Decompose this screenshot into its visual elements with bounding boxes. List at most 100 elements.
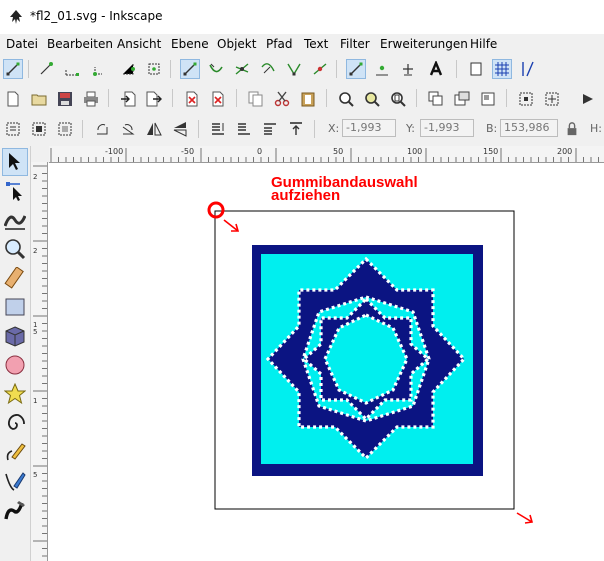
zoom-icon[interactable] — [2, 235, 28, 263]
open-document-icon[interactable] — [29, 89, 49, 109]
snap-guides-icon[interactable] — [518, 59, 538, 79]
snap-others-icon[interactable] — [346, 59, 366, 79]
save-document-icon[interactable] — [55, 89, 75, 109]
pen-icon[interactable] — [2, 467, 28, 495]
ellipse-icon[interactable] — [2, 351, 28, 379]
commands-toolbar — [0, 85, 604, 113]
snap-bbox-midpoint-icon[interactable] — [118, 59, 138, 79]
ruler-label-200: 200 — [557, 147, 573, 156]
canvas-drawing — [207, 201, 534, 524]
menu-erweiterungen[interactable]: Erweiterungen — [380, 37, 468, 51]
lower-to-bottom-icon[interactable] — [208, 119, 228, 139]
group-icon[interactable] — [452, 89, 472, 109]
import-icon[interactable] — [118, 89, 138, 109]
menu-hilfe[interactable]: Hilfe — [470, 37, 497, 51]
snap-paths-icon[interactable] — [206, 59, 226, 79]
box3d-icon[interactable] — [2, 322, 28, 350]
ungroup-icon[interactable] — [478, 89, 498, 109]
snap-cusp-nodes-icon[interactable] — [284, 59, 304, 79]
ruler-label-0: 0 — [257, 147, 263, 156]
menu-filter[interactable]: Filter — [340, 37, 370, 51]
inkscape-icon — [10, 10, 22, 24]
paste-icon[interactable] — [298, 89, 318, 109]
snap-enable-icon[interactable] — [3, 59, 23, 79]
toolbox — [0, 146, 31, 561]
snap-rotation-center-icon[interactable] — [398, 59, 418, 79]
star-icon[interactable] — [2, 380, 28, 408]
flip-vertical-icon[interactable] — [170, 119, 190, 139]
menu-ansicht[interactable]: Ansicht — [117, 37, 161, 51]
xml-editor-icon[interactable] — [578, 89, 598, 109]
menu-ebene[interactable]: Ebene — [171, 37, 209, 51]
snap-midpoints-icon[interactable] — [310, 59, 330, 79]
zoom-page-icon[interactable] — [388, 89, 408, 109]
annotation-text: Gummibandauswahl aufziehen — [271, 175, 418, 203]
menu-objekt[interactable]: Objekt — [217, 37, 256, 51]
drawing-canvas[interactable]: Gummibandauswahl aufziehen — [48, 163, 604, 561]
lower-icon[interactable] — [234, 119, 254, 139]
selector-icon[interactable] — [2, 148, 28, 176]
menu-bearbeiten[interactable]: Bearbeiten — [47, 37, 113, 51]
align-distribute-icon[interactable] — [542, 89, 562, 109]
snap-smooth-nodes-icon[interactable] — [258, 59, 278, 79]
snap-bbox-edge-icon[interactable] — [62, 59, 82, 79]
menu-bar: Datei Bearbeiten Ansicht Ebene Objekt Pf… — [0, 34, 604, 54]
pencil-icon[interactable] — [2, 438, 28, 466]
cut-icon[interactable] — [272, 89, 292, 109]
menu-text[interactable]: Text — [304, 37, 328, 51]
spiral-icon[interactable] — [2, 409, 28, 437]
zoom-drawing-icon[interactable] — [362, 89, 382, 109]
raise-to-top-icon[interactable] — [286, 119, 306, 139]
ruler-label-50: 50 — [333, 147, 344, 156]
copy-icon[interactable] — [246, 89, 266, 109]
snap-bbox-center-icon[interactable] — [144, 59, 164, 79]
snap-text-baseline-icon[interactable] — [426, 59, 446, 79]
y-input[interactable]: -1,993 — [420, 119, 474, 137]
x-input[interactable]: -1,993 — [342, 119, 396, 137]
export-icon[interactable] — [144, 89, 164, 109]
tweak-icon[interactable] — [2, 206, 28, 234]
horizontal-ruler-ticks — [50, 148, 599, 162]
menu-datei[interactable]: Datei — [6, 37, 38, 51]
snap-nodes-icon[interactable] — [180, 59, 200, 79]
print-document-icon[interactable] — [81, 89, 101, 109]
lock-icon[interactable] — [562, 119, 582, 139]
undo-icon[interactable] — [182, 89, 202, 109]
select-all-icon[interactable] — [3, 119, 23, 139]
b-label: B: — [486, 122, 498, 135]
redo-icon[interactable] — [208, 89, 228, 109]
menu-pfad[interactable]: Pfad — [266, 37, 292, 51]
flip-horizontal-icon[interactable] — [144, 119, 164, 139]
rect-icon[interactable] — [2, 293, 28, 321]
new-document-icon[interactable] — [3, 89, 23, 109]
calligraphy-icon[interactable] — [2, 496, 28, 524]
snap-object-centers-icon[interactable] — [372, 59, 392, 79]
ruler-label-minus100: -100 — [105, 147, 124, 156]
vruler-label-4: 1 — [33, 397, 38, 405]
snap-toolbar — [0, 56, 604, 82]
rotate-cw-icon[interactable] — [118, 119, 138, 139]
snap-bbox-icon[interactable] — [36, 59, 56, 79]
snap-bbox-corner-icon[interactable] — [90, 59, 110, 79]
measure-icon[interactable] — [2, 264, 28, 292]
raise-icon[interactable] — [260, 119, 280, 139]
vruler-label-1: 2 — [33, 173, 38, 181]
snap-grids-icon[interactable] — [492, 59, 512, 79]
x-label: X: — [328, 122, 340, 135]
selector-controls-toolbar: X: -1,993 Y: -1,993 B: 153,986 H: — [0, 116, 604, 142]
b-input[interactable]: 153,986 — [500, 119, 558, 137]
rotate-ccw-icon[interactable] — [92, 119, 112, 139]
horizontal-ruler: -100 -50 0 50 100 150 200 — [49, 146, 604, 163]
ruler-label-150: 150 — [483, 147, 499, 156]
select-all-layers-icon[interactable] — [29, 119, 49, 139]
node-icon[interactable] — [2, 177, 28, 205]
snap-intersections-icon[interactable] — [232, 59, 252, 79]
duplicate-icon[interactable] — [426, 89, 446, 109]
zoom-selection-icon[interactable] — [336, 89, 356, 109]
snap-page-border-icon[interactable] — [466, 59, 486, 79]
vruler-label-5: 5 — [33, 471, 38, 479]
fill-stroke-icon[interactable] — [516, 89, 536, 109]
deselect-icon[interactable] — [55, 119, 75, 139]
window-title: *fl2_01.svg - Inkscape — [30, 9, 163, 23]
y-label: Y: — [406, 122, 415, 135]
